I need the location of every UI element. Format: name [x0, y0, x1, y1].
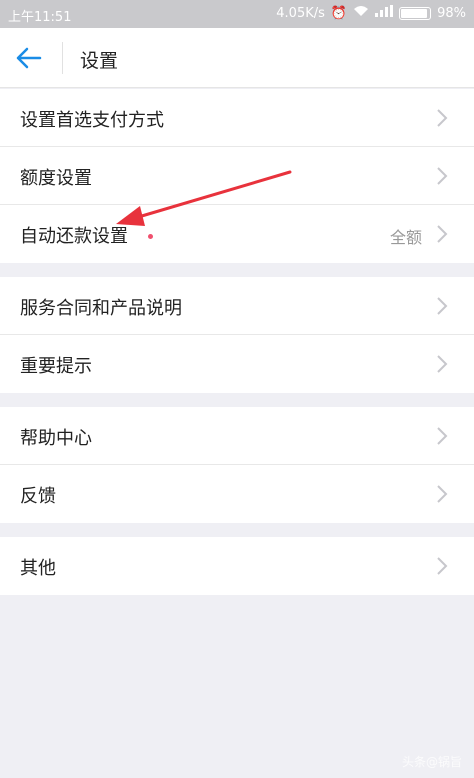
alarm-icon: ⏰ [330, 5, 348, 21]
settings-group-info: 服务合同和产品说明 重要提示 [0, 277, 474, 393]
watermark: 头条@锅旨 [401, 755, 462, 769]
wifi-icon [353, 5, 369, 21]
row-label: 设置首选支付方式 [20, 110, 164, 131]
row-important-notice[interactable]: 重要提示 [0, 335, 474, 393]
chevron-right-icon [437, 297, 448, 315]
nav-bar: 设置 [0, 28, 474, 88]
page-title: 设置 [80, 50, 119, 72]
battery-level: 98% [437, 5, 466, 21]
network-speed: 4.05K/s [276, 5, 325, 21]
row-label: 其他 [20, 558, 56, 579]
row-label: 服务合同和产品说明 [20, 298, 182, 319]
row-service-contract[interactable]: 服务合同和产品说明 [0, 277, 474, 335]
battery-icon [399, 6, 432, 20]
row-value: 全额 [389, 228, 422, 247]
back-button[interactable] [14, 44, 44, 72]
chevron-right-icon [437, 109, 448, 127]
settings-group-payment: 设置首选支付方式 额度设置 自动还款设置 全额 [0, 89, 474, 263]
chevron-right-icon [437, 225, 448, 243]
back-arrow-icon [16, 47, 42, 69]
chevron-right-icon [437, 557, 448, 575]
settings-group-help: 帮助中心 反馈 [0, 407, 474, 523]
settings-group-other: 其他 [0, 537, 474, 595]
row-auto-repay[interactable]: 自动还款设置 全额 [0, 205, 474, 263]
nav-divider [62, 42, 63, 74]
row-help-center[interactable]: 帮助中心 [0, 407, 474, 465]
chevron-right-icon [437, 355, 448, 373]
row-preferred-payment[interactable]: 设置首选支付方式 [0, 89, 474, 147]
row-other[interactable]: 其他 [0, 537, 474, 595]
row-label: 帮助中心 [20, 428, 92, 449]
row-label: 重要提示 [20, 356, 92, 377]
row-label: 额度设置 [20, 168, 92, 189]
status-right: 4.05K/s ⏰ 98% [276, 5, 466, 21]
chevron-right-icon [437, 485, 448, 503]
row-label: 自动还款设置 [20, 226, 128, 247]
status-time: 上午11:51 [8, 10, 72, 25]
signal-icon [375, 5, 394, 21]
chevron-right-icon [437, 167, 448, 185]
row-feedback[interactable]: 反馈 [0, 465, 474, 523]
status-bar: 上午11:51 4.05K/s ⏰ 98% [0, 0, 474, 28]
chevron-right-icon [437, 427, 448, 445]
row-label: 反馈 [20, 486, 56, 507]
row-limit-settings[interactable]: 额度设置 [0, 147, 474, 205]
notification-dot [148, 234, 153, 239]
